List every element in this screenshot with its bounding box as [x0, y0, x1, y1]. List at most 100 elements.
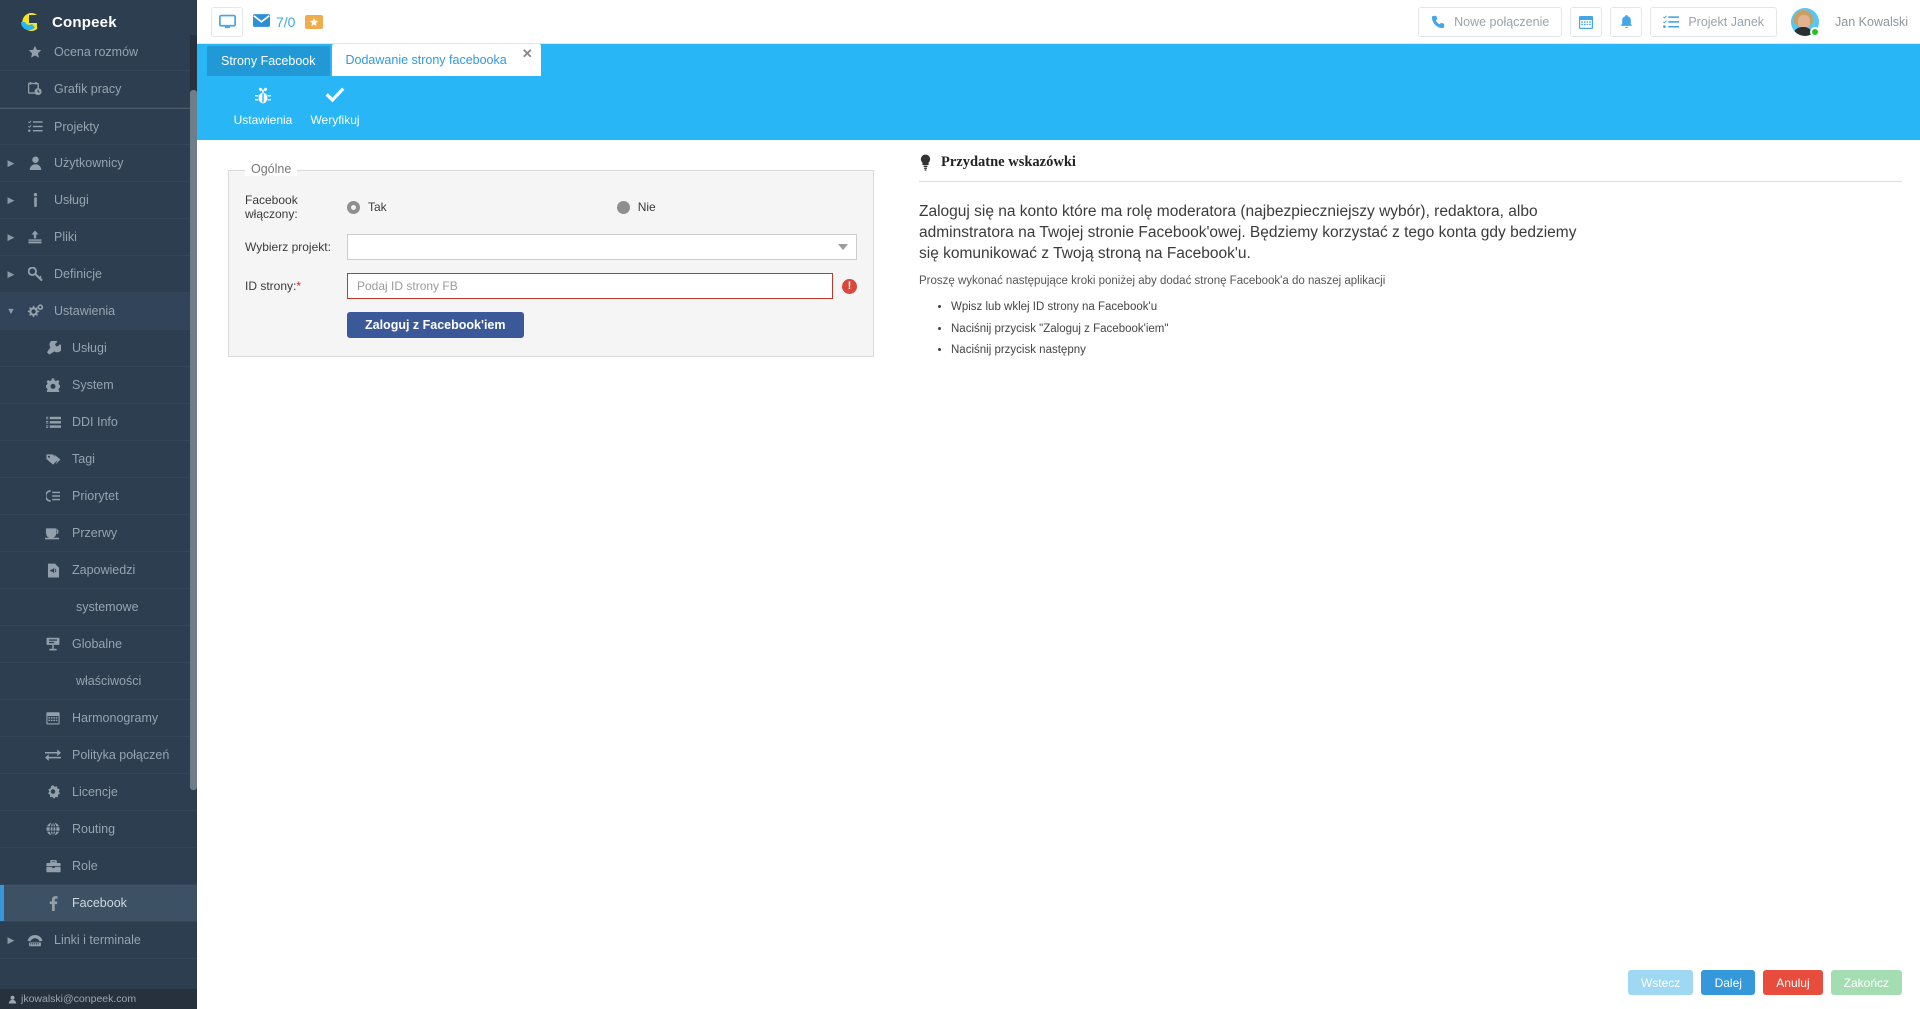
certificate-icon [40, 785, 66, 799]
sidebar-item-us-ugi[interactable]: ▶ Usługi [0, 182, 197, 219]
sidebar-item-polityka-po-cze[interactable]: ▶Polityka połączeń [0, 737, 197, 774]
priority-icon [40, 490, 66, 502]
sidebar-item-system[interactable]: ▶System [0, 367, 197, 404]
radio-label-yes: Tak [368, 200, 387, 214]
page-id-row: ID strony:* Podaj ID strony FB ! [245, 273, 857, 299]
sidebar-item-label: Priorytet [72, 489, 119, 503]
next-button[interactable]: Dalej [1701, 970, 1756, 995]
sidebar-item-label: Ustawienia [54, 304, 116, 318]
sidebar-item-licencje[interactable]: ▶Licencje [0, 774, 197, 811]
project-select-row: Wybierz projekt: [245, 234, 857, 260]
wizard-step-ustawienia[interactable]: Ustawienia [227, 86, 299, 127]
project-select[interactable] [347, 234, 857, 260]
sidebar-item-ocena-rozm-w[interactable]: ▶Ocena rozmów [0, 44, 197, 71]
status-badge [1810, 26, 1821, 37]
sidebar-item-zapowiedzi[interactable]: ▶Zapowiedzi [0, 552, 197, 589]
sidebar-item-harmonogramy[interactable]: ▶Harmonogramy [0, 700, 197, 737]
calendar-icon [1578, 14, 1594, 30]
topbar-right: Nowe połączenie Projekt Janek Jan Kowals… [1418, 6, 1908, 37]
facebook-icon [40, 895, 66, 911]
brand[interactable]: Conpeek [0, 0, 197, 44]
page-id-placeholder: Podaj ID strony FB [357, 279, 458, 293]
monitor-icon [218, 13, 236, 30]
sidebar-item-u-ytkownicy[interactable]: ▶ Użytkownicy [0, 145, 197, 182]
conpeek-logo-icon [16, 9, 42, 35]
avatar[interactable] [1791, 7, 1821, 37]
gears-icon [22, 304, 48, 318]
back-button[interactable]: Wstecz [1627, 970, 1694, 995]
tab-strony-facebook[interactable]: Strony Facebook [207, 46, 330, 76]
project-selector-button[interactable]: Projekt Janek [1650, 6, 1778, 37]
sidebar-item-label: Definicje [54, 267, 102, 281]
radio-dot-yes [347, 200, 360, 214]
chevron-right-icon[interactable]: ▶ [0, 158, 22, 169]
star-icon [22, 45, 48, 59]
new-call-label: Nowe połączenie [1454, 14, 1550, 29]
sidebar-item-pliki[interactable]: ▶ Pliki [0, 219, 197, 256]
project-select-label: Wybierz projekt: [245, 240, 331, 254]
chevron-down-icon[interactable]: ▼ [0, 306, 22, 316]
sidebar-item-facebook[interactable]: ▶Facebook [0, 885, 197, 922]
sidebar-item-label: Harmonogramy [72, 711, 159, 725]
sidebar-item-label: DDI Info [72, 415, 118, 429]
sidebar-item-definicje[interactable]: ▶ Definicje [0, 256, 197, 293]
sidebar-item-ustawienia[interactable]: ▼ Ustawienia [0, 293, 197, 330]
sidebar-item-projekty[interactable]: ▶Projekty [0, 108, 197, 145]
sidebar-item-przerwy[interactable]: ▶Przerwy [0, 515, 197, 552]
sidebar-item-tagi[interactable]: ▶Tagi [0, 441, 197, 478]
chevron-right-icon[interactable]: ▶ [0, 935, 22, 946]
lightbulb-icon [919, 154, 932, 171]
sidebar-item-w-a-ciwo-ci[interactable]: ▶właściwości [0, 663, 197, 700]
audio-file-icon [40, 563, 66, 578]
sidebar-scrollbar[interactable] [190, 35, 197, 790]
gear-icon [40, 378, 66, 392]
sidebar-item-label: Usługi [54, 193, 89, 207]
sidebar-item-linki-i-terminale[interactable]: ▶ Linki i terminale [0, 922, 197, 959]
notifications-button[interactable] [1610, 6, 1643, 37]
finish-button[interactable]: Zakończ [1830, 970, 1902, 995]
general-fieldset: Ogólne Facebook włączony: Tak Nie Wybier… [228, 162, 874, 357]
wizard-step-label: Ustawienia [233, 113, 293, 127]
radio-facebook-enabled-no[interactable]: Nie [616, 200, 656, 214]
sidebar-scrollbar-thumb[interactable] [190, 90, 197, 790]
tips-step-item: Wpisz lub wklej ID strony na Facebook'u [951, 297, 1902, 318]
facebook-login-button[interactable]: Zaloguj z Facebook'iem [347, 312, 524, 338]
ticket-icon[interactable] [305, 14, 324, 29]
page-id-input[interactable]: Podaj ID strony FB [347, 273, 833, 299]
facebook-enabled-row: Facebook włączony: Tak Nie [245, 193, 857, 221]
topbar-left: 7/0 [211, 6, 324, 37]
project-label: Projekt Janek [1688, 14, 1765, 29]
sidebar-item-label: Pliki [54, 230, 77, 244]
chevron-right-icon[interactable]: ▶ [0, 232, 22, 243]
radio-facebook-enabled-yes[interactable]: Tak [347, 200, 387, 214]
mail-count-label: 7/0 [276, 13, 296, 30]
tips-step-list: Wpisz lub wklej ID strony na Facebook'uN… [919, 287, 1902, 361]
monitor-button[interactable] [211, 6, 243, 37]
sidebar-item-globalne[interactable]: ▶Globalne [0, 626, 197, 663]
phone-icon [1431, 15, 1445, 29]
sidebar-item-systemowe[interactable]: ▶systemowe [0, 589, 197, 626]
sidebar-footer-user[interactable]: jkowalski@conpeek.com [0, 989, 197, 1009]
user-icon [8, 995, 17, 1004]
chevron-right-icon[interactable]: ▶ [0, 269, 22, 280]
sidebar-item-ddi-info[interactable]: ▶DDI Info [0, 404, 197, 441]
sidebar-item-label: Licencje [72, 785, 118, 799]
sidebar-item-grafik-pracy[interactable]: ▶Grafik pracy [0, 71, 197, 108]
tab-dodawanie-strony-facebooka[interactable]: Dodawanie strony facebooka ✕ [331, 44, 541, 76]
main-area: 7/0 Nowe połączenie Projekt Janek Jan Ko… [197, 0, 1920, 1009]
sidebar-item-priorytet[interactable]: ▶Priorytet [0, 478, 197, 515]
chevron-right-icon[interactable]: ▶ [0, 195, 22, 206]
sidebar-item-routing[interactable]: ▶Routing [0, 811, 197, 848]
coffee-icon [40, 527, 66, 540]
close-icon[interactable]: ✕ [522, 46, 533, 62]
sidebar-item-role[interactable]: ▶Role [0, 848, 197, 885]
envelope-icon [253, 13, 270, 30]
tips-lead-text: Zaloguj się na konto które ma rolę moder… [919, 203, 1577, 263]
cancel-button[interactable]: Anuluj [1763, 970, 1823, 995]
wizard-step-weryfikuj[interactable]: Weryfikuj [299, 86, 371, 127]
mail-counter[interactable]: 7/0 [253, 14, 295, 30]
calendar-button[interactable] [1570, 6, 1603, 37]
sidebar-item-us-ugi[interactable]: ▶Usługi [0, 330, 197, 367]
sidebar-footer-email: jkowalski@conpeek.com [21, 993, 137, 1005]
new-call-button[interactable]: Nowe połączenie [1418, 6, 1563, 37]
